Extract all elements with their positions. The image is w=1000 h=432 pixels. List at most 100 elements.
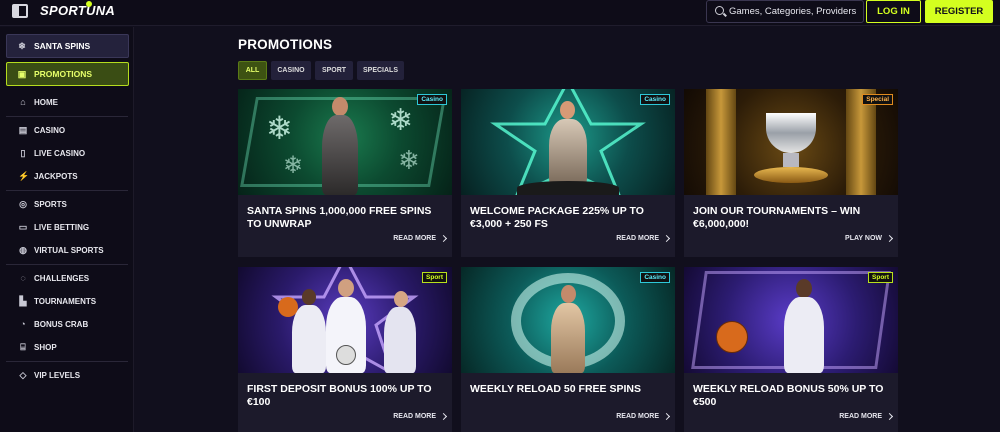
promo-card-first-deposit[interactable]: Sport FIRST DEPOSIT BONUS 100% UP TO €10… [238, 267, 452, 432]
sidebar-item-santa-spins[interactable]: ❄ SANTA SPINS [6, 34, 129, 58]
host-dress [549, 119, 587, 185]
promo-card-santa-spins[interactable]: ❄ ❄ ❄ ❄ Casino SANTA SPINS 1,000,000 FRE… [238, 89, 452, 257]
shop-icon: ⌸ [20, 342, 26, 352]
trophy-base [754, 167, 828, 183]
sidebar-toggle-icon[interactable] [12, 4, 28, 18]
gift-icon: ▣ [17, 69, 27, 79]
read-more-link[interactable]: READ MORE [393, 412, 448, 421]
sidebar-item-label: VIRTUAL SPORTS [34, 245, 104, 255]
host-dress [322, 115, 358, 195]
snowflake-icon: ❄ [283, 152, 304, 179]
diamond-icon: ◇ [19, 370, 27, 380]
read-more-link[interactable]: READ MORE [393, 234, 448, 243]
snowflake-icon: ❄ [266, 110, 293, 146]
athlete-jersey [384, 307, 416, 373]
athlete-figure [394, 291, 408, 307]
sidebar-item-label: CHALLENGES [34, 273, 90, 283]
promo-title: SANTA SPINS 1,000,000 FREE SPINS TO UNWR… [247, 205, 432, 230]
host-dress [551, 303, 585, 373]
divider [6, 190, 128, 191]
sidebar-item-label: SPORTS [34, 199, 67, 209]
divider [6, 361, 128, 362]
chevron-right-icon [439, 234, 448, 243]
chevron-right-icon [885, 234, 894, 243]
trophy-stem [783, 153, 799, 167]
trophy-icon [766, 113, 816, 153]
promo-image [684, 267, 898, 373]
promo-title: FIRST DEPOSIT BONUS 100% UP TO €100 [247, 383, 432, 408]
promo-card-welcome-package[interactable]: Casino WELCOME PACKAGE 225% UP TO €3,000… [461, 89, 675, 257]
cta-label: READ MORE [616, 413, 659, 420]
filter-specials[interactable]: SPECIALS [357, 61, 404, 80]
sidebar-item-shop[interactable]: ⌸ SHOP [0, 337, 134, 357]
cta-label: READ MORE [393, 235, 436, 242]
sidebar-item-live-betting[interactable]: ▭ LIVE BETTING [0, 217, 134, 237]
host-figure [560, 101, 575, 119]
filter-all[interactable]: ALL [238, 61, 267, 80]
category-badge: Casino [417, 94, 447, 105]
sidebar-item-label: LIVE BETTING [34, 222, 90, 232]
sidebar-item-sports[interactable]: ◎ SPORTS [0, 194, 134, 214]
sidebar-item-casino[interactable]: ▤ CASINO [0, 120, 134, 140]
promo-title: WEEKLY RELOAD BONUS 50% UP TO €500 [693, 383, 884, 408]
athlete-jersey [292, 305, 326, 373]
promo-card-weekly-reload-bonus[interactable]: Sport WEEKLY RELOAD BONUS 50% UP TO €500… [684, 267, 898, 432]
promo-title: WELCOME PACKAGE 225% UP TO €3,000 + 250 … [470, 205, 644, 230]
phone-icon: ▯ [20, 148, 26, 158]
search-icon [715, 6, 724, 15]
sidebar-item-virtual-sports[interactable]: ◍ VIRTUAL SPORTS [0, 240, 134, 260]
sidebar-item-label: SHOP [34, 342, 57, 352]
play-now-link[interactable]: PLAY NOW [845, 234, 894, 243]
divider [6, 264, 128, 265]
page-title: PROMOTIONS [238, 37, 333, 52]
sidebar-item-promotions[interactable]: ▣ PROMOTIONS [6, 62, 129, 86]
basketball-icon [716, 321, 748, 353]
sidebar-item-label: HOME [34, 97, 58, 107]
search-placeholder: Games, Categories, Providers [729, 6, 857, 17]
sidebar-item-home[interactable]: ⌂ HOME [0, 92, 134, 112]
snowflake-icon: ❄ [398, 145, 420, 175]
read-more-link[interactable]: READ MORE [616, 412, 671, 421]
logo[interactable]: SPORTUNA [40, 3, 115, 18]
search-input[interactable]: Games, Categories, Providers [706, 0, 864, 23]
read-more-link[interactable]: READ MORE [616, 234, 671, 243]
promo-card-weekly-reload-spins[interactable]: Casino WEEKLY RELOAD 50 FREE SPINS READ … [461, 267, 675, 432]
read-more-link[interactable]: READ MORE [839, 412, 894, 421]
globe-icon: ◍ [19, 245, 27, 255]
filter-casino[interactable]: CASINO [271, 61, 311, 80]
home-icon: ⌂ [20, 97, 26, 107]
promo-title: WEEKLY RELOAD 50 FREE SPINS [470, 383, 641, 395]
divider [6, 116, 128, 117]
cta-label: READ MORE [393, 413, 436, 420]
promo-card-tournaments[interactable]: Special JOIN OUR TOURNAMENTS – WIN €6,00… [684, 89, 898, 257]
athlete-jersey [784, 297, 824, 373]
category-badge: Casino [640, 272, 670, 283]
filter-sport[interactable]: SPORT [315, 61, 353, 80]
chevron-right-icon [439, 412, 448, 421]
login-button[interactable]: LOG IN [866, 0, 921, 23]
roulette-table [517, 181, 619, 195]
sidebar-item-challenges[interactable]: ◌ CHALLENGES [0, 268, 134, 288]
sidebar-item-tournaments[interactable]: ▙ TOURNAMENTS [0, 291, 134, 311]
sidebar-item-vip-levels[interactable]: ◇ VIP LEVELS [0, 365, 134, 385]
chevron-right-icon [662, 234, 671, 243]
cta-label: PLAY NOW [845, 235, 882, 242]
host-figure [561, 285, 576, 303]
jackpot-icon: ⚡ [18, 171, 30, 181]
athlete-figure [338, 279, 354, 297]
sidebar: ❄ SANTA SPINS ▣ PROMOTIONS ⌂ HOME ▤ CASI… [0, 27, 134, 432]
promo-title: JOIN OUR TOURNAMENTS – WIN €6,000,000! [693, 205, 861, 230]
sidebar-item-bonus-crab[interactable]: ◔ BONUS CRAB [0, 314, 134, 334]
athlete-figure [796, 279, 812, 298]
cards-icon: ▤ [18, 125, 28, 135]
category-badge: Sport [422, 272, 447, 283]
sidebar-item-label: SANTA SPINS [34, 41, 91, 51]
sidebar-item-label: PROMOTIONS [34, 69, 93, 79]
football-icon [336, 345, 356, 365]
sidebar-item-jackpots[interactable]: ⚡ JACKPOTS [0, 166, 134, 186]
category-badge: Casino [640, 94, 670, 105]
sidebar-item-label: LIVE CASINO [34, 148, 86, 158]
logo-mark-icon [86, 1, 92, 7]
sidebar-item-live-casino[interactable]: ▯ LIVE CASINO [0, 143, 134, 163]
register-button[interactable]: REGISTER [925, 0, 993, 23]
